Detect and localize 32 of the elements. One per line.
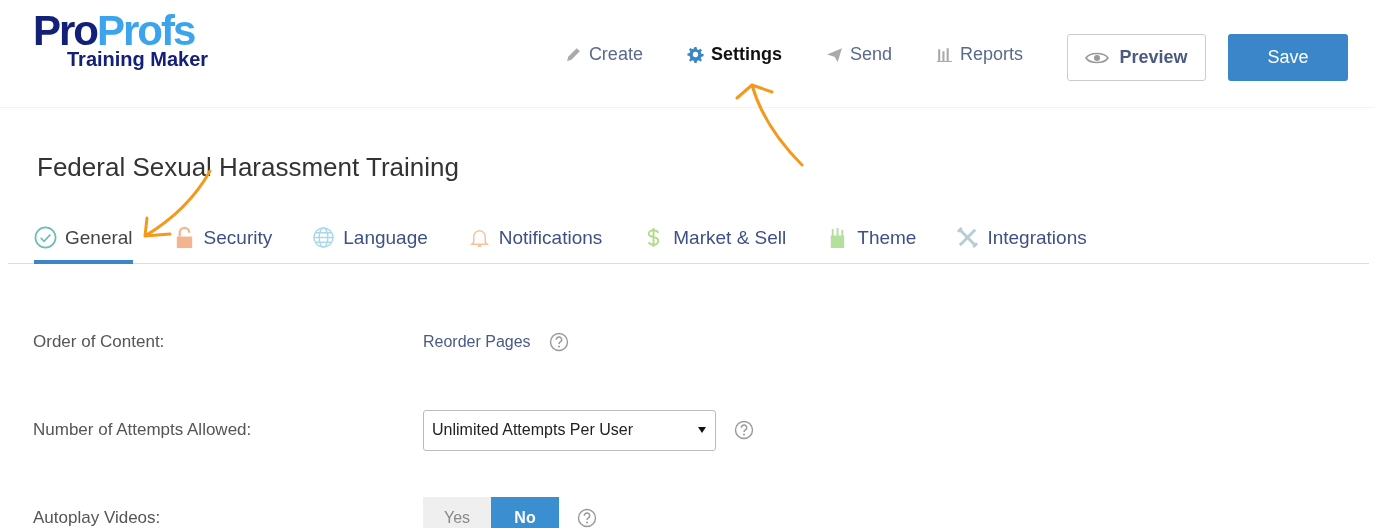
caret-icon [697, 426, 707, 434]
help-icon[interactable] [734, 420, 754, 440]
pencil-icon [564, 46, 582, 63]
preview-button[interactable]: Preview [1067, 34, 1206, 81]
paper-plane-icon [825, 46, 843, 63]
settings-tab[interactable]: Language [312, 226, 428, 264]
logo: ProProfs Training Maker [33, 10, 209, 69]
settings-tab[interactable]: Security [172, 226, 273, 264]
gear-icon [686, 46, 704, 63]
nav-link[interactable]: Settings [686, 44, 782, 65]
setting-label: Autoplay Videos: [33, 508, 162, 528]
setting-label: Order of Content: [33, 332, 166, 352]
settings-tab[interactable]: General [34, 226, 133, 264]
help-icon[interactable] [577, 508, 597, 528]
tools-icon [956, 226, 980, 249]
help-icon[interactable] [548, 332, 569, 352]
attempts-dropdown[interactable]: Unlimited Attempts Per User [423, 409, 716, 451]
setting-label: Number of Attempts Allowed: [33, 420, 253, 440]
check-circle-icon [34, 226, 57, 249]
settings-tab[interactable]: Integrations [956, 226, 1087, 264]
save-button[interactable]: Save [1228, 34, 1348, 81]
nav-link[interactable]: Create [564, 44, 643, 65]
settings-tab[interactable]: Notifications [467, 226, 603, 264]
nav-link[interactable]: Send [825, 44, 892, 65]
settings-tab[interactable]: Market & Sell [642, 226, 787, 264]
bar-chart-icon [935, 46, 953, 63]
globe-icon [312, 226, 336, 249]
reorder-link[interactable]: Reorder Pages [423, 333, 531, 351]
settings-tab[interactable]: Theme [826, 226, 917, 264]
nav-link[interactable]: Reports [935, 44, 1023, 65]
page-title: Federal Sexual Harassment Training [37, 152, 460, 182]
eye-icon [1085, 50, 1110, 65]
